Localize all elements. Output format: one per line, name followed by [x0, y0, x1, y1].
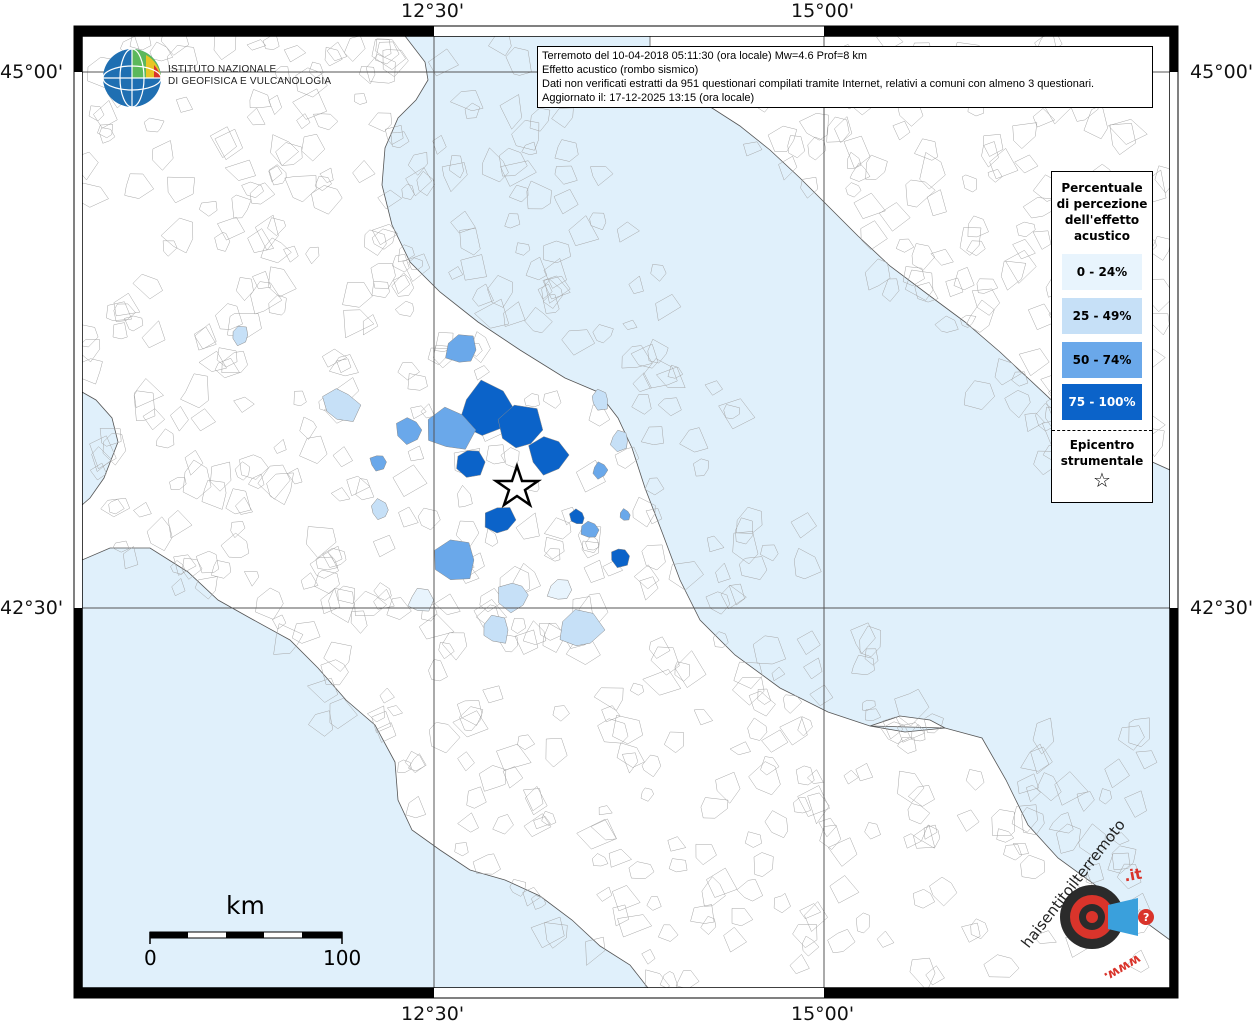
event-data-note: Dati non verificati estratti da 951 ques…: [542, 78, 1095, 90]
legend-divider: [1052, 430, 1152, 431]
lat-label-right-top: 45°00': [1190, 61, 1254, 83]
lat-label-left-top: 45°00': [0, 61, 64, 83]
event-subtitle: Effetto acustico (rombo sismico): [542, 64, 699, 76]
lon-label-top-right: 15°00': [791, 0, 855, 22]
globe-icon: [102, 48, 162, 108]
legend-title-line: acustico: [1073, 229, 1131, 243]
event-title: Terremoto del 10-04-2018 05:11:30 (ora l…: [542, 50, 868, 62]
legend-title-line: dell'effetto: [1064, 213, 1140, 227]
event-updated: Aggiornato il: 17-12-2025 13:15 (ora loc…: [542, 92, 755, 104]
ingv-line-2: DI GEOFISICA E VULCANOLOGIA: [168, 76, 332, 87]
legend-title: Percentuale di percezione dell'effetto a…: [1052, 180, 1152, 244]
scale-start: 0: [144, 946, 157, 970]
legend-item-50-74: 50 - 74%: [1062, 342, 1142, 378]
legend-epicenter-line: Epicentro: [1069, 438, 1135, 452]
hst-logo: ? haisentitoilterremoto .it www.: [1018, 816, 1180, 990]
scale-unit: km: [226, 891, 265, 920]
lat-label-left-bottom: 42°30': [0, 597, 64, 619]
legend-title-line: di percezione: [1056, 197, 1148, 211]
lon-label-bottom-left: 12°30': [401, 1003, 465, 1025]
hst-ear-glyph: ?: [1143, 911, 1149, 924]
lon-label-bottom-right: 15°00': [791, 1003, 855, 1025]
scale-end: 100: [323, 946, 362, 970]
legend-item-0-24: 0 - 24%: [1062, 254, 1142, 290]
ingv-line-1: ISTITUTO NAZIONALE: [168, 64, 277, 75]
ingv-logo-text: ISTITUTO NAZIONALE DI GEOFISICA E VULCAN…: [168, 64, 331, 88]
lat-label-right-bottom: 42°30': [1190, 597, 1254, 619]
lon-label-top-left: 12°30': [401, 0, 465, 22]
legend-item-75-100: 75 - 100%: [1062, 384, 1142, 420]
event-info-box: Terremoto del 10-04-2018 05:11:30 (ora l…: [537, 46, 1153, 108]
star-icon: ☆: [1093, 468, 1111, 492]
map-view[interactable]: 12°30' 15°00' 12°30' 15°00' 45°00' 42°30…: [0, 0, 1255, 1025]
legend-item-25-49: 25 - 49%: [1062, 298, 1142, 334]
legend-epicenter-line: strumentale: [1060, 454, 1144, 468]
hst-text-it: .it: [1122, 864, 1144, 886]
legend: Percentuale di percezione dell'effetto a…: [1051, 171, 1153, 503]
legend-title-line: Percentuale: [1061, 181, 1143, 195]
legend-epicenter: Epicentro strumentale ☆: [1052, 437, 1152, 491]
